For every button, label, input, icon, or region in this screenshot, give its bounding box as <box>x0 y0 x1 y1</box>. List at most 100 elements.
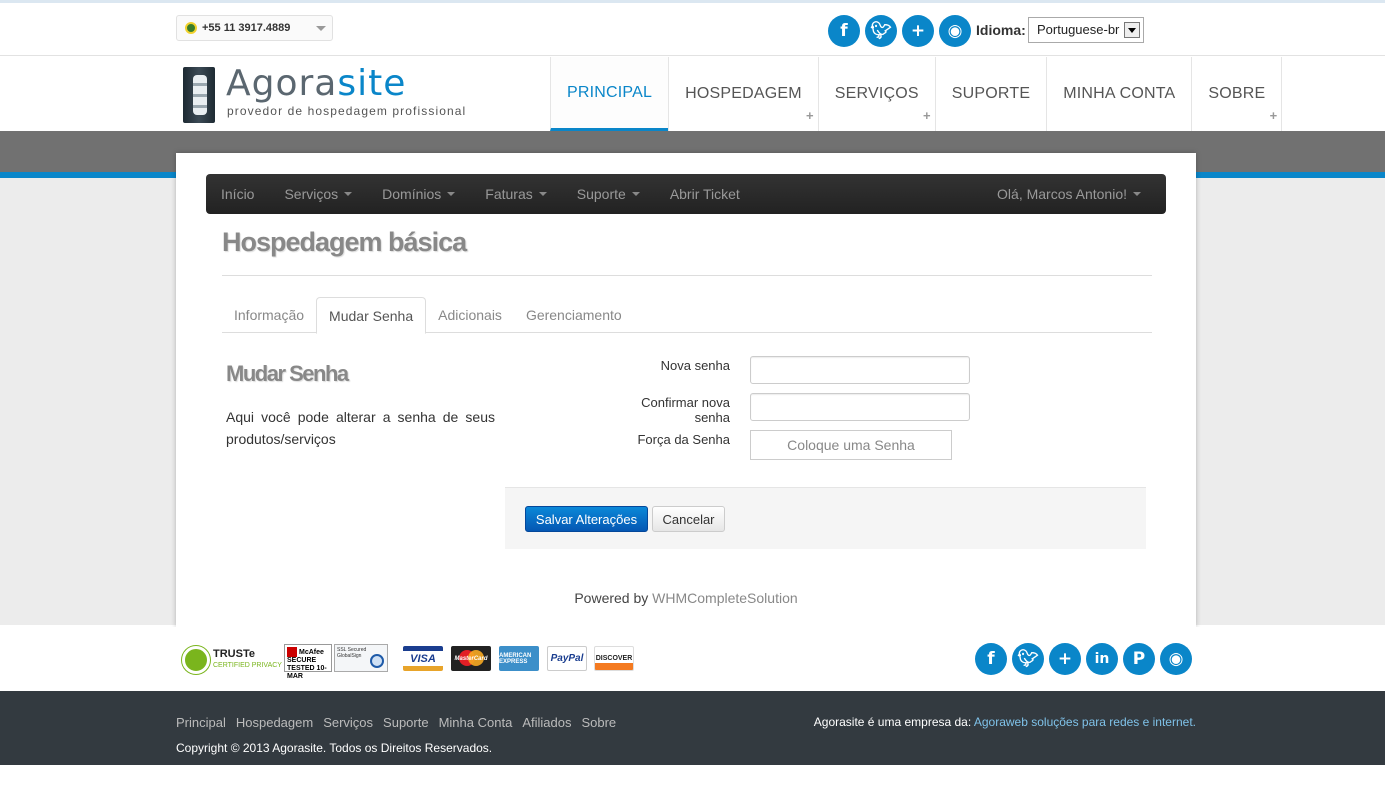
footer-link-principal[interactable]: Principal <box>176 715 226 730</box>
main-nav-label: SUPORTE <box>951 85 1031 102</box>
mastercard-card: MasterCard <box>451 646 491 671</box>
chevron-down-icon <box>316 26 326 31</box>
twitter-icon[interactable]: 🐦︎ <box>1012 643 1044 675</box>
divider <box>222 275 1152 276</box>
mastercard-label: MasterCard <box>454 655 488 662</box>
logo-tagline: provedor de hospedagem profissional <box>227 104 467 118</box>
client-nav-servicos[interactable]: Serviços <box>269 174 367 214</box>
facebook-icon[interactable]: f <box>828 15 860 47</box>
footer-link-afiliados[interactable]: Afiliados <box>522 715 571 730</box>
footer-nav: Principal Hospedagem Serviços Suporte Mi… <box>176 715 616 730</box>
main-nav-label: SERVIÇOS <box>834 85 919 102</box>
truste-logo-icon <box>182 645 210 674</box>
plus-icon[interactable]: + <box>1049 643 1081 675</box>
rss-icon[interactable]: ◉ <box>1160 643 1192 675</box>
footer-link-sobre[interactable]: Sobre <box>581 715 616 730</box>
logo-name-part1: Agora <box>226 63 338 104</box>
main-nav-hospedagem[interactable]: HOSPEDAGEM + <box>668 57 818 131</box>
expand-plus-icon: + <box>805 108 814 123</box>
tab-mudar-senha[interactable]: Mudar Senha <box>316 297 427 334</box>
phone-selector[interactable]: +55 11 3917.4889 <box>176 15 333 41</box>
expand-plus-icon: + <box>922 108 931 123</box>
powered-prefix: Powered by <box>574 590 649 606</box>
truste-sub: CERTIFIED PRIVACY <box>213 661 282 669</box>
main-nav-suporte[interactable]: SUPORTE <box>934 57 1046 131</box>
dropdown-arrow-icon <box>1124 22 1140 38</box>
caret-down-icon <box>631 192 640 196</box>
server-logo-icon <box>183 67 215 123</box>
main-nav-sobre[interactable]: SOBRE + <box>1191 57 1283 131</box>
discover-card: DISCOVER <box>594 646 634 671</box>
new-password-input[interactable] <box>750 356 970 384</box>
facebook-icon[interactable]: f <box>975 643 1007 675</box>
confirm-password-label: Confirmar nova senha <box>641 395 730 425</box>
caret-down-icon <box>538 192 547 196</box>
client-nav-suporte[interactable]: Suporte <box>562 174 655 214</box>
client-nav-label: Abrir Ticket <box>669 186 740 202</box>
plus-icon[interactable]: + <box>902 15 934 47</box>
language-value: Portuguese-br <box>1037 22 1120 37</box>
mcafee-sub: TESTED 10-MAR <box>287 665 327 680</box>
caret-down-icon <box>1133 192 1141 196</box>
confirm-password-input[interactable] <box>750 393 970 421</box>
page-title: Hospedagem básica <box>222 227 467 257</box>
cancel-button[interactable]: Cancelar <box>652 506 725 532</box>
footer-link-hospedagem[interactable]: Hospedagem <box>236 715 313 730</box>
amex-card: AMERICAN EXPRESS <box>499 646 539 671</box>
client-nav-inicio[interactable]: Início <box>206 174 269 214</box>
truste-badge[interactable]: TRUSTe CERTIFIED PRIVACY <box>182 645 282 674</box>
trust-badges: TRUSTe CERTIFIED PRIVACY McAfee SECURE TE… <box>0 627 1385 691</box>
twitter-icon[interactable]: 🐦︎ <box>865 15 897 47</box>
ssl-text: SSL Secured GlobalSign <box>337 647 367 659</box>
footer-link-servicos[interactable]: Serviços <box>323 715 373 730</box>
section-title: Mudar Senha <box>226 361 349 386</box>
visa-card: VISA <box>403 646 443 671</box>
user-menu[interactable]: Olá, Marcos Antonio! <box>982 174 1156 214</box>
company-prefix: Agorasite é uma empresa da: <box>813 715 972 729</box>
client-nav-faturas[interactable]: Faturas <box>470 174 561 214</box>
main-nav-label: PRINCIPAL <box>567 83 653 101</box>
client-nav-label: Início <box>221 186 255 202</box>
save-button[interactable]: Salvar Alterações <box>525 506 648 532</box>
section-description: Aqui você pode alterar a senha de seus p… <box>226 409 495 447</box>
truste-text: TRUSTe CERTIFIED PRIVACY <box>213 648 282 671</box>
footer-link-minha-conta[interactable]: Minha Conta <box>439 715 513 730</box>
company-info: Agorasite é uma empresa da: Agoraweb sol… <box>814 715 1196 729</box>
strength-label: Força da Senha <box>637 432 730 447</box>
language-select[interactable]: Portuguese-br <box>1028 17 1144 43</box>
linkedin-icon[interactable]: in <box>1086 643 1118 675</box>
client-nav-abrir-ticket[interactable]: Abrir Ticket <box>655 174 755 214</box>
main-nav-label: MINHA CONTA <box>1063 85 1176 102</box>
rss-icon[interactable]: ◉ <box>939 15 971 47</box>
main-nav-minha-conta[interactable]: MINHA CONTA <box>1046 57 1191 131</box>
tab-informacao[interactable]: Informação <box>222 297 316 333</box>
main-nav: PRINCIPAL HOSPEDAGEM + SERVIÇOS + SUPORTE … <box>550 57 1283 131</box>
tab-gerenciamento[interactable]: Gerenciamento <box>514 297 634 333</box>
powered-by: Powered by WHMCompleteSolution <box>176 590 1196 606</box>
top-bar: +55 11 3917.4889 f 🐦︎ + ◉ Idioma: Portug… <box>0 3 1385 56</box>
logo[interactable]: Agorasite <box>226 63 406 104</box>
footer-link-suporte[interactable]: Suporte <box>383 715 429 730</box>
ssl-badge[interactable]: SSL Secured GlobalSign <box>334 644 388 672</box>
language-label: Idioma: <box>976 22 1026 38</box>
ssl-seal-icon <box>370 654 384 668</box>
client-nav: Início Serviços Domínios Faturas Suporte… <box>206 174 1166 214</box>
client-nav-dominios[interactable]: Domínios <box>367 174 470 214</box>
pinterest-icon[interactable]: P <box>1123 643 1155 675</box>
main-nav-label: SOBRE <box>1208 85 1266 102</box>
content-panel: Início Serviços Domínios Faturas Suporte… <box>176 153 1196 627</box>
footer: Principal Hospedagem Serviços Suporte Mi… <box>0 691 1385 765</box>
main-nav-principal[interactable]: PRINCIPAL <box>550 57 669 131</box>
company-link[interactable]: Agoraweb soluções para redes e internet. <box>974 715 1196 729</box>
client-nav-label: Domínios <box>382 186 442 202</box>
client-nav-label: Suporte <box>576 186 626 202</box>
powered-link[interactable]: WHMCompleteSolution <box>652 590 798 606</box>
password-strength-meter: Coloque uma Senha <box>750 430 952 460</box>
tab-adicionais[interactable]: Adicionais <box>426 297 514 333</box>
mcafee-badge[interactable]: McAfee SECURE TESTED 10-MAR <box>284 644 332 680</box>
client-nav-label: Serviços <box>284 186 339 202</box>
new-password-label: Nova senha <box>660 358 730 373</box>
phone-number: +55 11 3917.4889 <box>202 22 291 34</box>
expand-plus-icon: + <box>1269 108 1278 123</box>
main-nav-servicos[interactable]: SERVIÇOS + <box>817 57 935 131</box>
